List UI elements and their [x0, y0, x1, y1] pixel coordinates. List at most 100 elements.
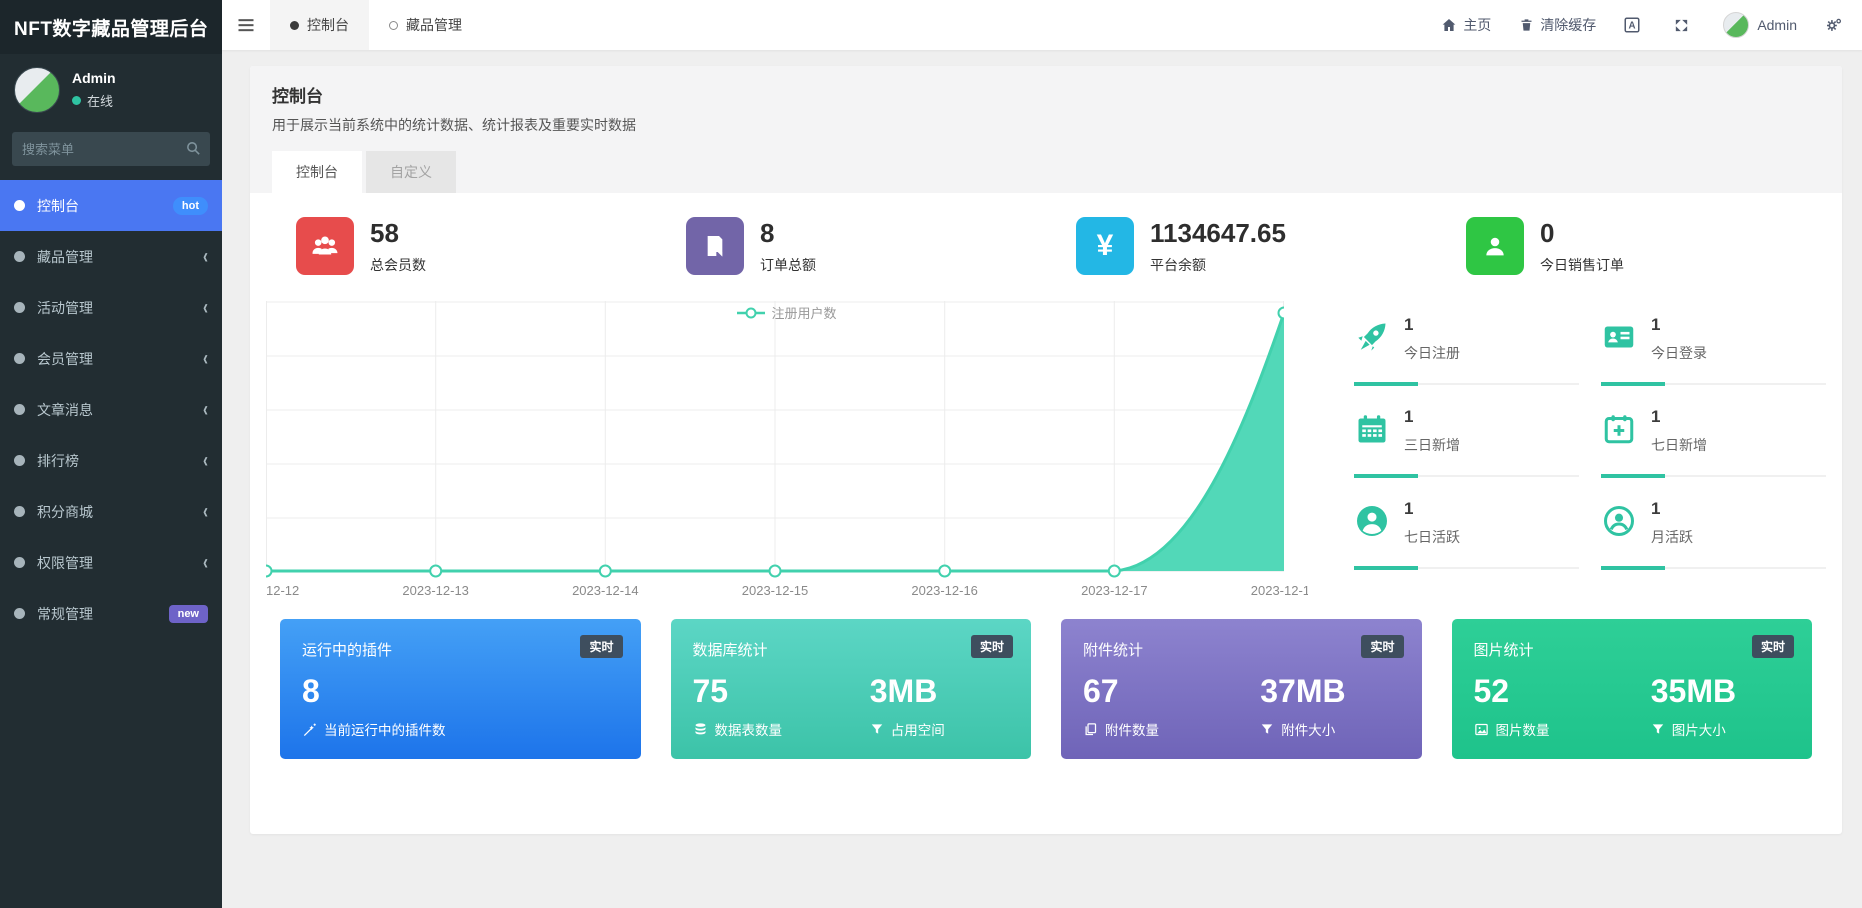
menu-dot-icon	[14, 353, 25, 364]
search-input[interactable]	[12, 132, 210, 166]
new-badge: new	[168, 604, 208, 623]
card-size: 37MB	[1260, 673, 1346, 709]
filled-dot-icon	[290, 20, 299, 30]
expand-icon	[1676, 19, 1688, 31]
x-tick: 2023-12-17	[1081, 583, 1148, 598]
mini-stat-value: 1	[1651, 499, 1661, 518]
realtime-badge: 实时	[1751, 635, 1794, 658]
home-button[interactable]: 主页	[1427, 0, 1505, 50]
dashboard-panel: 控制台 用于展示当前系统中的统计数据、统计报表及重要实时数据 控制台 自定义 5…	[250, 66, 1842, 834]
menu-label: 活动管理	[37, 299, 93, 316]
translate-icon: A	[1624, 17, 1640, 33]
sidebar-item-dashboard[interactable]: 控制台 hot	[0, 180, 222, 231]
yen-icon: ¥	[1076, 217, 1134, 275]
x-tick: 2023-12-12	[266, 583, 300, 598]
avatar	[14, 67, 60, 113]
search-icon[interactable]	[185, 140, 202, 157]
user-panel: Admin 在线	[0, 54, 222, 128]
sidebar-item-ranking[interactable]: 排行榜 ‹	[0, 435, 222, 486]
stats-row: 58 总会员数 8 订单总额 ¥ 1134647.65 平台余额 0 今日销售订…	[266, 217, 1826, 275]
sidebar-menu: 控制台 hot 藏品管理 ‹ 活动管理 ‹ 会员管理 ‹ 文章消息 ‹ 排行榜 …	[0, 180, 222, 908]
menu-dot-icon	[14, 251, 25, 262]
mini-stat-label: 七日活跃	[1404, 529, 1460, 545]
stat-today-sales: 0 今日销售订单	[1436, 217, 1826, 275]
mini-stat-value: 1	[1404, 499, 1414, 518]
panel-header: 控制台 用于展示当前系统中的统计数据、统计报表及重要实时数据 控制台 自定义	[250, 66, 1842, 193]
mini-stat-value: 1	[1404, 315, 1414, 334]
translate-button[interactable]: A	[1610, 0, 1660, 50]
fullscreen-button[interactable]	[1660, 0, 1709, 50]
sidebar-item-collections[interactable]: 藏品管理 ‹	[0, 231, 222, 282]
sidebar-item-members[interactable]: 会员管理 ‹	[0, 333, 222, 384]
menu-label: 会员管理	[37, 350, 93, 367]
svg-text:A: A	[1629, 20, 1636, 31]
sidebar-item-activities[interactable]: 活动管理 ‹	[0, 282, 222, 333]
home-icon	[1442, 19, 1456, 31]
user-icon	[1466, 217, 1524, 275]
sidebar-item-general[interactable]: 常规管理 new	[0, 588, 222, 639]
mini-stat-7day-active: 1 七日活跃	[1354, 491, 1579, 583]
card-title: 数据库统计	[692, 642, 768, 659]
avatar	[1723, 12, 1750, 38]
mini-stat-label: 七日新增	[1651, 437, 1707, 453]
mini-stat-today-login: 1 今日登录	[1601, 307, 1826, 399]
realtime-badge: 实时	[970, 635, 1013, 658]
card-title: 附件统计	[1083, 642, 1144, 659]
settings-button[interactable]	[1811, 0, 1862, 50]
mini-stat-7day-new: 1 七日新增	[1601, 399, 1826, 491]
clear-cache-button[interactable]: 清除缓存	[1505, 0, 1610, 50]
chevron-left-icon: ‹	[203, 244, 208, 269]
mini-stat-value: 1	[1651, 315, 1661, 334]
card-value: 8	[302, 673, 320, 709]
card-value-label: 数据表数量	[714, 723, 783, 739]
realtime-badge: 实时	[1361, 635, 1404, 658]
hamburger-menu-icon[interactable]	[222, 0, 270, 50]
menu-dot-icon	[14, 506, 25, 517]
topbar-right: 主页 清除缓存 A Admin	[1427, 0, 1862, 50]
wand-icon	[303, 723, 316, 736]
chevron-left-icon: ‹	[203, 448, 208, 473]
users-icon	[296, 217, 354, 275]
document-icon	[686, 217, 744, 275]
database-icon	[695, 723, 705, 735]
stat-label: 平台余额	[1150, 256, 1206, 273]
stat-platform-balance: ¥ 1134647.65 平台余额	[1046, 217, 1436, 275]
menu-label: 常规管理	[37, 605, 93, 622]
menu-label: 排行榜	[37, 452, 79, 469]
home-label: 主页	[1463, 17, 1492, 33]
menu-dot-icon	[14, 557, 25, 568]
menu-dot-icon	[14, 200, 25, 211]
chart-legend[interactable]: 注册用户数	[266, 303, 1308, 322]
stat-value: 0	[1540, 217, 1555, 248]
calendar-plus-icon	[1604, 415, 1634, 444]
x-tick: 2023-12-13	[402, 583, 469, 598]
sidebar-item-points-mall[interactable]: 积分商城 ‹	[0, 486, 222, 537]
sidebar-item-permissions[interactable]: 权限管理 ‹	[0, 537, 222, 588]
card-value-label: 附件数量	[1105, 723, 1159, 739]
registered-users-chart: 注册用户数 12-12 2023-12-13 2023-12-14 2023-1…	[266, 301, 1308, 603]
topbar: 控制台 藏品管理 主页 清除缓存 A Admin	[222, 0, 1862, 50]
user-status-label: 在线	[87, 94, 114, 109]
sidebar-item-articles[interactable]: 文章消息 ‹	[0, 384, 222, 435]
mini-stat-label: 今日注册	[1404, 345, 1460, 361]
menu-dot-icon	[14, 404, 25, 415]
content-area: 控制台 用于展示当前系统中的统计数据、统计报表及重要实时数据 控制台 自定义 5…	[222, 50, 1862, 908]
card-size-label: 附件大小	[1281, 723, 1336, 739]
topbar-user[interactable]: Admin	[1709, 0, 1811, 50]
topbar-tab-dashboard[interactable]: 控制台	[270, 0, 369, 50]
card-title: 运行中的插件	[302, 642, 393, 659]
chevron-left-icon: ‹	[203, 346, 208, 371]
mini-stat-3day-new: 1 三日新增	[1354, 399, 1579, 491]
card-value-label: 图片数量	[1495, 723, 1550, 739]
yen-glyph: ¥	[1096, 229, 1114, 262]
tab-dashboard[interactable]: 控制台	[272, 151, 362, 193]
card-size: 35MB	[1650, 673, 1737, 709]
card-value: 67	[1083, 673, 1119, 709]
topbar-tab-collections[interactable]: 藏品管理	[369, 0, 482, 50]
funnel-icon	[1652, 724, 1663, 734]
chevron-left-icon: ‹	[203, 499, 208, 524]
stat-value: 8	[760, 217, 775, 248]
tab-custom[interactable]: 自定义	[366, 151, 456, 193]
user-status: 在线	[72, 91, 116, 110]
sidebar: NFT数字藏品管理后台 Admin 在线 控制台 hot 藏品管理 ‹ 活动管理	[0, 0, 222, 908]
